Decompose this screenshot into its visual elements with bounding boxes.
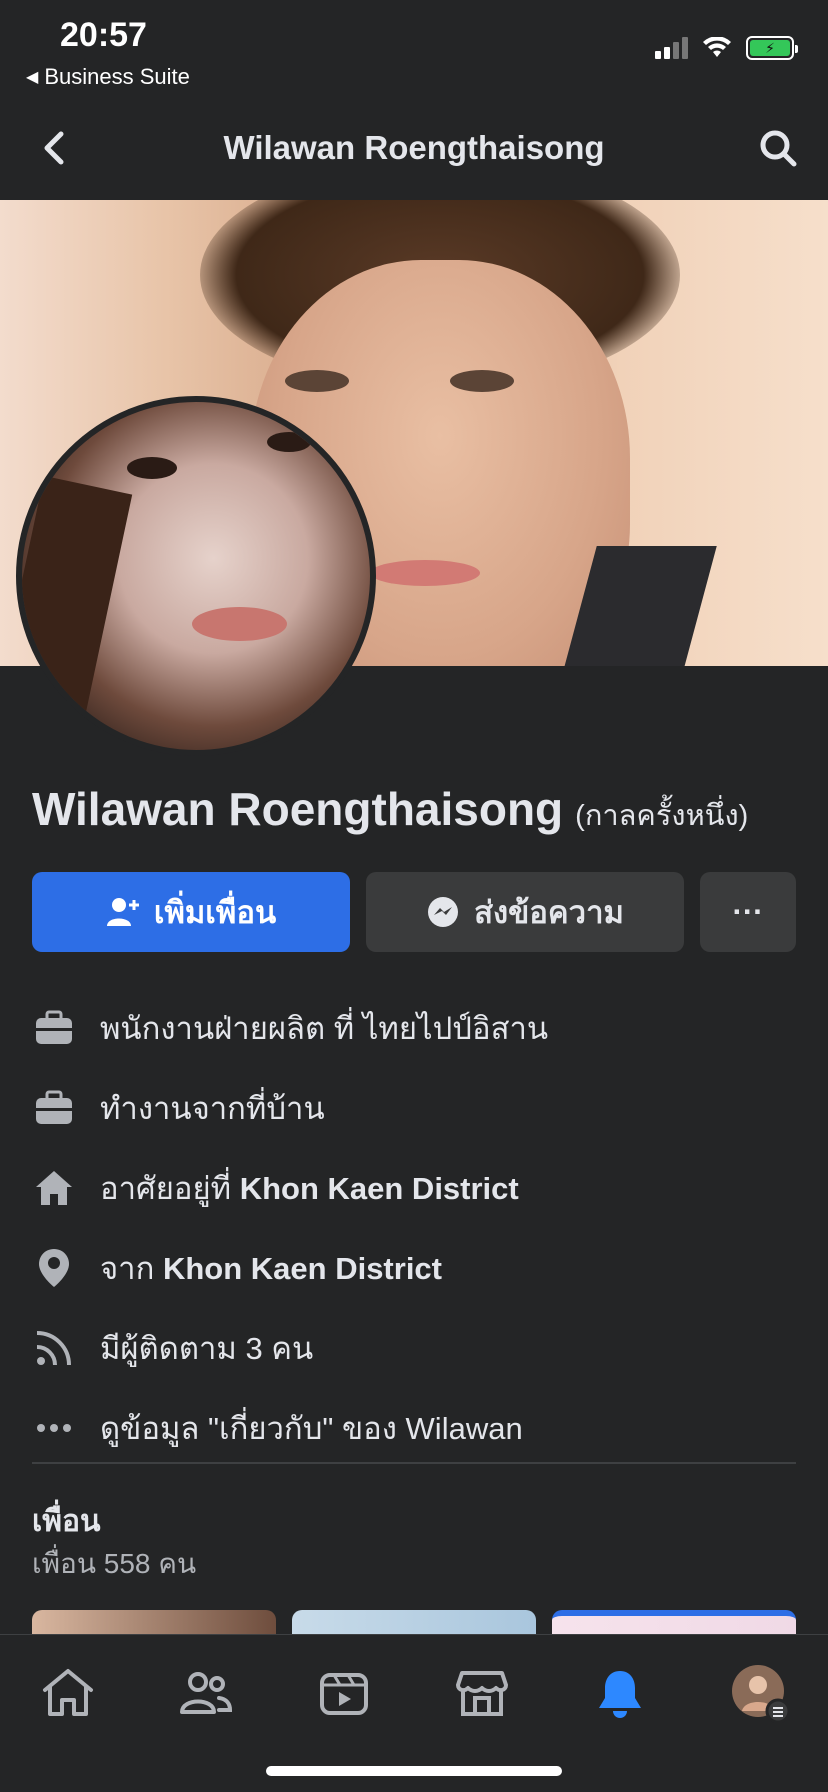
cellular-signal-icon — [655, 37, 688, 59]
tab-watch[interactable] — [312, 1661, 376, 1725]
messenger-icon — [428, 897, 459, 927]
search-icon — [760, 130, 797, 167]
message-label: ส่งข้อความ — [474, 895, 624, 930]
location-pin-icon — [32, 1246, 76, 1290]
watch-icon — [320, 1673, 368, 1715]
tab-profile-menu[interactable] — [728, 1661, 792, 1725]
profile-alternate-name: (กาลครั้งหนึ่ง) — [575, 800, 749, 832]
info-item-link[interactable]: Khon Kaen District — [240, 1171, 519, 1206]
status-bar: 20:57 ◀ Business Suite ⚡ — [0, 0, 828, 90]
info-item-followers: มีผู้ติดตาม 3 คน — [32, 1308, 796, 1388]
add-friend-label: เพิ่มเพื่อน — [153, 895, 277, 930]
rss-feed-icon — [32, 1326, 76, 1370]
status-icons: ⚡ — [655, 36, 798, 60]
info-item-text: มีผู้ติดตาม 3 คน — [100, 1331, 314, 1366]
briefcase-icon — [32, 1086, 76, 1130]
profile-actions: เพิ่มเพื่อน ส่งข้อความ ··· — [32, 872, 796, 952]
back-triangle-icon: ◀ — [26, 69, 39, 86]
tab-friends[interactable] — [174, 1661, 238, 1725]
profile-menu-icon — [732, 1665, 790, 1723]
info-item-lives-in: อาศัยอยู่ที่ Khon Kaen District — [32, 1148, 796, 1228]
tab-notifications[interactable] — [588, 1661, 652, 1725]
briefcase-icon — [32, 1006, 76, 1050]
profile-picture[interactable] — [16, 396, 376, 756]
info-item-work-from-home: ทำงานจากที่บ้าน — [32, 1068, 796, 1148]
info-item-work: พนักงานฝ่ายผลิต ที่ ไทยไปป์อิสาน — [32, 988, 796, 1068]
profile-info-list: พนักงานฝ่ายผลิต ที่ ไทยไปป์อิสาน ทำงานจา… — [32, 988, 796, 1468]
profile-name: Wilawan Roengthaisong — [32, 783, 564, 835]
info-item-text: ทำงานจากที่บ้าน — [100, 1091, 325, 1126]
notifications-icon — [599, 1671, 641, 1718]
message-button[interactable]: ส่งข้อความ — [366, 872, 684, 952]
wifi-icon — [703, 37, 731, 57]
divider — [32, 1462, 796, 1464]
more-dots-icon — [32, 1406, 76, 1450]
profile-name-row: Wilawan Roengthaisong (กาลครั้งหนึ่ง) — [32, 782, 748, 838]
home-indicator — [266, 1766, 562, 1776]
friends-icon — [180, 1672, 233, 1714]
more-options-button[interactable]: ··· — [700, 872, 796, 952]
more-dots-icon: ··· — [732, 894, 764, 929]
status-time: 20:57 — [60, 16, 147, 54]
tab-marketplace[interactable] — [450, 1661, 514, 1725]
home-icon — [43, 1669, 93, 1716]
chevron-left-icon — [44, 131, 64, 165]
info-item-text: จาก — [100, 1251, 163, 1286]
info-item-text: อาศัยอยู่ที่ — [100, 1171, 240, 1206]
home-icon — [32, 1166, 76, 1210]
profile-header: Wilawan Roengthaisong — [0, 100, 828, 196]
friends-count: เพื่อน 558 คน — [32, 1548, 197, 1579]
back-button[interactable] — [30, 124, 78, 172]
marketplace-icon — [456, 1671, 508, 1716]
friends-section-title[interactable]: เพื่อน — [32, 1498, 101, 1545]
info-item-link[interactable]: Khon Kaen District — [163, 1251, 442, 1286]
battery-charging-icon: ⚡ — [746, 36, 798, 60]
tab-home[interactable] — [36, 1661, 100, 1725]
info-item-from: จาก Khon Kaen District — [32, 1228, 796, 1308]
search-button[interactable] — [754, 124, 802, 172]
see-about-info-link[interactable]: ดูข้อมูล "เกี่ยวกับ" ของ Wilawan — [32, 1388, 796, 1468]
back-to-app-link[interactable]: ◀ Business Suite — [26, 64, 190, 90]
info-item-text: ดูข้อมูล "เกี่ยวกับ" ของ Wilawan — [100, 1411, 523, 1446]
back-app-label: Business Suite — [44, 64, 190, 89]
info-item-text: พนักงานฝ่ายผลิต ที่ ไทยไปป์อิสาน — [100, 1011, 549, 1046]
page-title: Wilawan Roengthaisong — [223, 129, 605, 166]
add-friend-icon — [106, 898, 139, 926]
add-friend-button[interactable]: เพิ่มเพื่อน — [32, 872, 350, 952]
